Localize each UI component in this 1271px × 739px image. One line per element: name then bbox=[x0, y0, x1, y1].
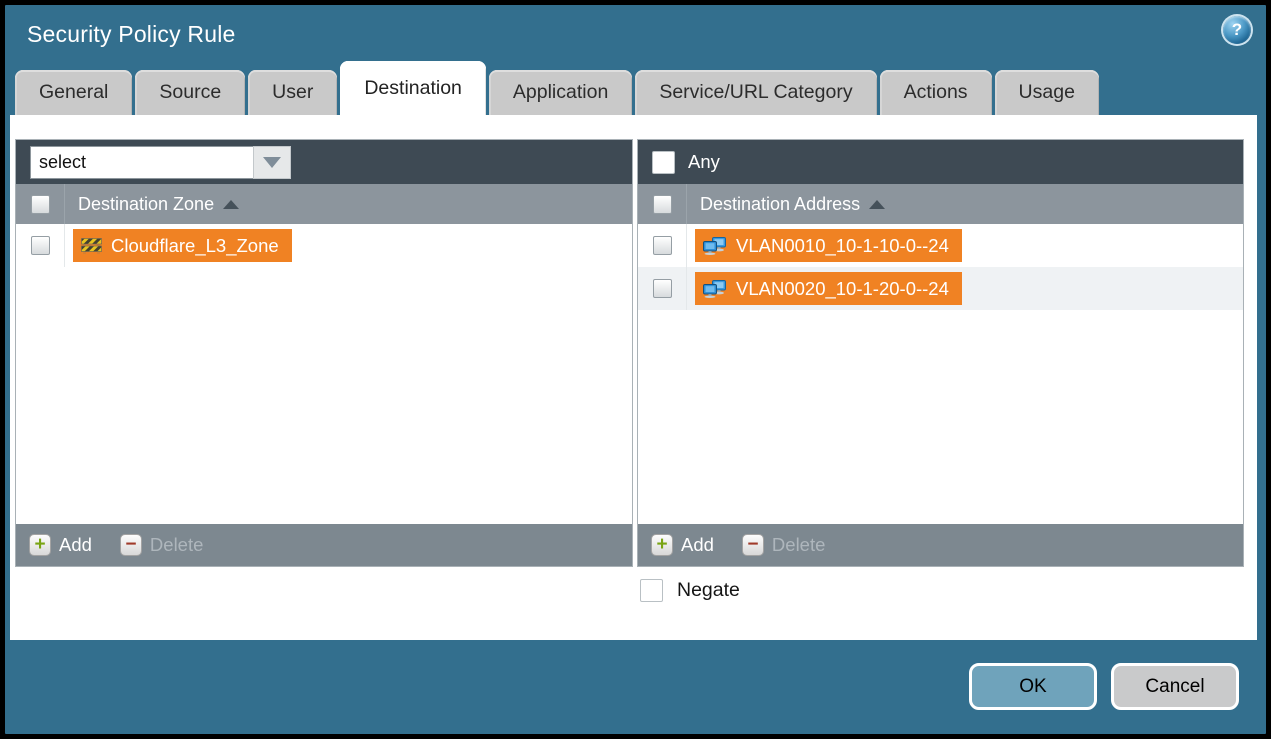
address-row-checkbox-cell bbox=[638, 267, 687, 310]
address-row-checkbox-cell bbox=[638, 224, 687, 267]
any-label: Any bbox=[688, 151, 720, 173]
address-panel-header: Any bbox=[638, 140, 1243, 184]
tab-source[interactable]: Source bbox=[135, 70, 245, 115]
tab-service-url-category[interactable]: Service/URL Category bbox=[635, 70, 876, 115]
network-address-icon bbox=[703, 280, 727, 298]
ok-button[interactable]: OK bbox=[969, 663, 1097, 710]
negate-option: Negate bbox=[640, 579, 740, 602]
tab-application[interactable]: Application bbox=[489, 70, 632, 115]
cancel-button[interactable]: Cancel bbox=[1111, 663, 1239, 710]
zone-panel-header bbox=[16, 140, 632, 184]
address-column-header-label: Destination Address bbox=[700, 194, 860, 215]
address-delete-button[interactable]: − Delete bbox=[742, 534, 825, 556]
tab-bar: General Source User Destination Applicat… bbox=[15, 5, 1099, 115]
zone-add-button[interactable]: + Add bbox=[29, 534, 92, 556]
plus-icon: + bbox=[651, 534, 673, 556]
address-column-header-row: Destination Address bbox=[638, 184, 1243, 224]
negate-checkbox[interactable] bbox=[640, 579, 663, 602]
sort-ascending-icon bbox=[223, 200, 239, 209]
negate-label: Negate bbox=[677, 579, 740, 602]
address-header-checkbox-cell bbox=[638, 184, 687, 224]
any-toggle: Any bbox=[652, 151, 720, 174]
address-item-label: VLAN0010_10-1-10-0--24 bbox=[736, 235, 949, 257]
tab-user[interactable]: User bbox=[248, 70, 337, 115]
chevron-down-icon bbox=[263, 157, 281, 168]
address-delete-label: Delete bbox=[772, 534, 825, 556]
plus-icon: + bbox=[29, 534, 51, 556]
address-list: VLAN0010_10-1-10-0--24 bbox=[638, 224, 1243, 524]
zone-header-checkbox-cell bbox=[16, 184, 65, 224]
tab-destination[interactable]: Destination bbox=[340, 61, 486, 115]
network-address-icon bbox=[703, 237, 727, 255]
zone-filter-combobox bbox=[30, 146, 291, 179]
zone-list-item: Cloudflare_L3_Zone bbox=[16, 224, 632, 267]
zone-add-label: Add bbox=[59, 534, 92, 556]
zone-row-checkbox[interactable] bbox=[31, 236, 50, 255]
address-add-button[interactable]: + Add bbox=[651, 534, 714, 556]
address-row-checkbox[interactable] bbox=[653, 236, 672, 255]
help-icon[interactable]: ? bbox=[1223, 16, 1251, 44]
security-policy-rule-dialog: Security Policy Rule ? General Source Us… bbox=[0, 0, 1271, 739]
tab-actions[interactable]: Actions bbox=[880, 70, 992, 115]
dialog-footer: OK Cancel bbox=[5, 640, 1266, 734]
destination-address-panel: Any Destination Address bbox=[637, 139, 1244, 567]
address-item-label: VLAN0020_10-1-20-0--24 bbox=[736, 278, 949, 300]
zone-filter-input[interactable] bbox=[30, 146, 253, 179]
address-item-chip[interactable]: VLAN0020_10-1-20-0--24 bbox=[695, 272, 962, 305]
minus-icon: − bbox=[120, 534, 142, 556]
zone-barrier-icon bbox=[81, 238, 102, 254]
zone-delete-button[interactable]: − Delete bbox=[120, 534, 203, 556]
zone-select-all-checkbox[interactable] bbox=[31, 195, 50, 214]
address-item-chip[interactable]: VLAN0010_10-1-10-0--24 bbox=[695, 229, 962, 262]
address-row-checkbox[interactable] bbox=[653, 279, 672, 298]
address-select-all-checkbox[interactable] bbox=[653, 195, 672, 214]
sort-ascending-icon bbox=[869, 200, 885, 209]
address-add-label: Add bbox=[681, 534, 714, 556]
tab-content-destination: Destination Zone bbox=[10, 115, 1257, 640]
zone-item-chip[interactable]: Cloudflare_L3_Zone bbox=[73, 229, 292, 262]
zone-column-header-row: Destination Zone bbox=[16, 184, 632, 224]
tab-general[interactable]: General bbox=[15, 70, 132, 115]
tab-usage[interactable]: Usage bbox=[995, 70, 1099, 115]
any-checkbox[interactable] bbox=[652, 151, 675, 174]
zone-row-checkbox-cell bbox=[16, 224, 65, 267]
zone-delete-label: Delete bbox=[150, 534, 203, 556]
address-panel-footer: + Add − Delete bbox=[638, 524, 1243, 566]
zone-item-label: Cloudflare_L3_Zone bbox=[111, 235, 279, 257]
zone-list: Cloudflare_L3_Zone bbox=[16, 224, 632, 524]
destination-zone-panel: Destination Zone bbox=[15, 139, 633, 567]
zone-column-header[interactable]: Destination Zone bbox=[78, 194, 239, 215]
address-column-header[interactable]: Destination Address bbox=[700, 194, 885, 215]
zone-panel-footer: + Add − Delete bbox=[16, 524, 632, 566]
zone-column-header-label: Destination Zone bbox=[78, 194, 214, 215]
address-list-item: VLAN0020_10-1-20-0--24 bbox=[638, 267, 1243, 310]
zone-filter-dropdown-button[interactable] bbox=[253, 146, 291, 179]
minus-icon: − bbox=[742, 534, 764, 556]
address-list-item: VLAN0010_10-1-10-0--24 bbox=[638, 224, 1243, 267]
